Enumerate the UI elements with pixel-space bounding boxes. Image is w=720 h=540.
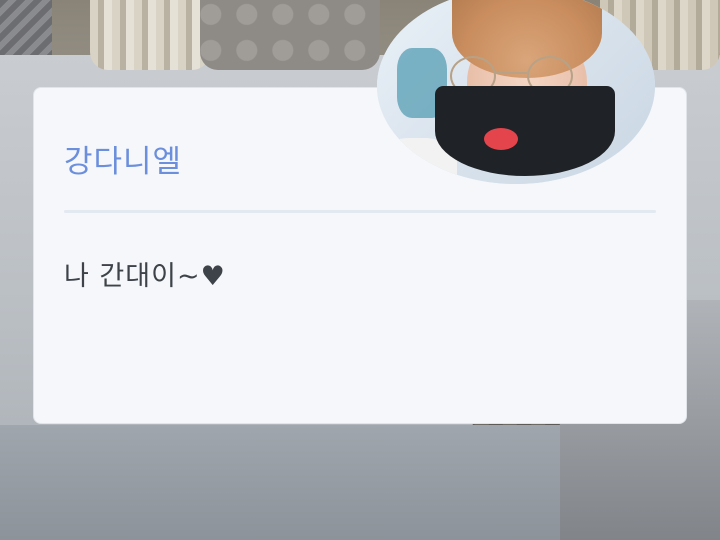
divider xyxy=(64,210,656,213)
avatar-glasses xyxy=(494,72,527,74)
pillow xyxy=(90,0,210,70)
avatar-lips xyxy=(484,128,518,150)
avatar-mask xyxy=(435,86,615,176)
status-message: 나 간대이~♥ xyxy=(64,261,226,292)
bed-skirt xyxy=(0,425,560,540)
profile-name[interactable]: 강다니엘 xyxy=(64,136,182,181)
avatar[interactable] xyxy=(377,0,655,184)
pillow xyxy=(200,0,380,70)
